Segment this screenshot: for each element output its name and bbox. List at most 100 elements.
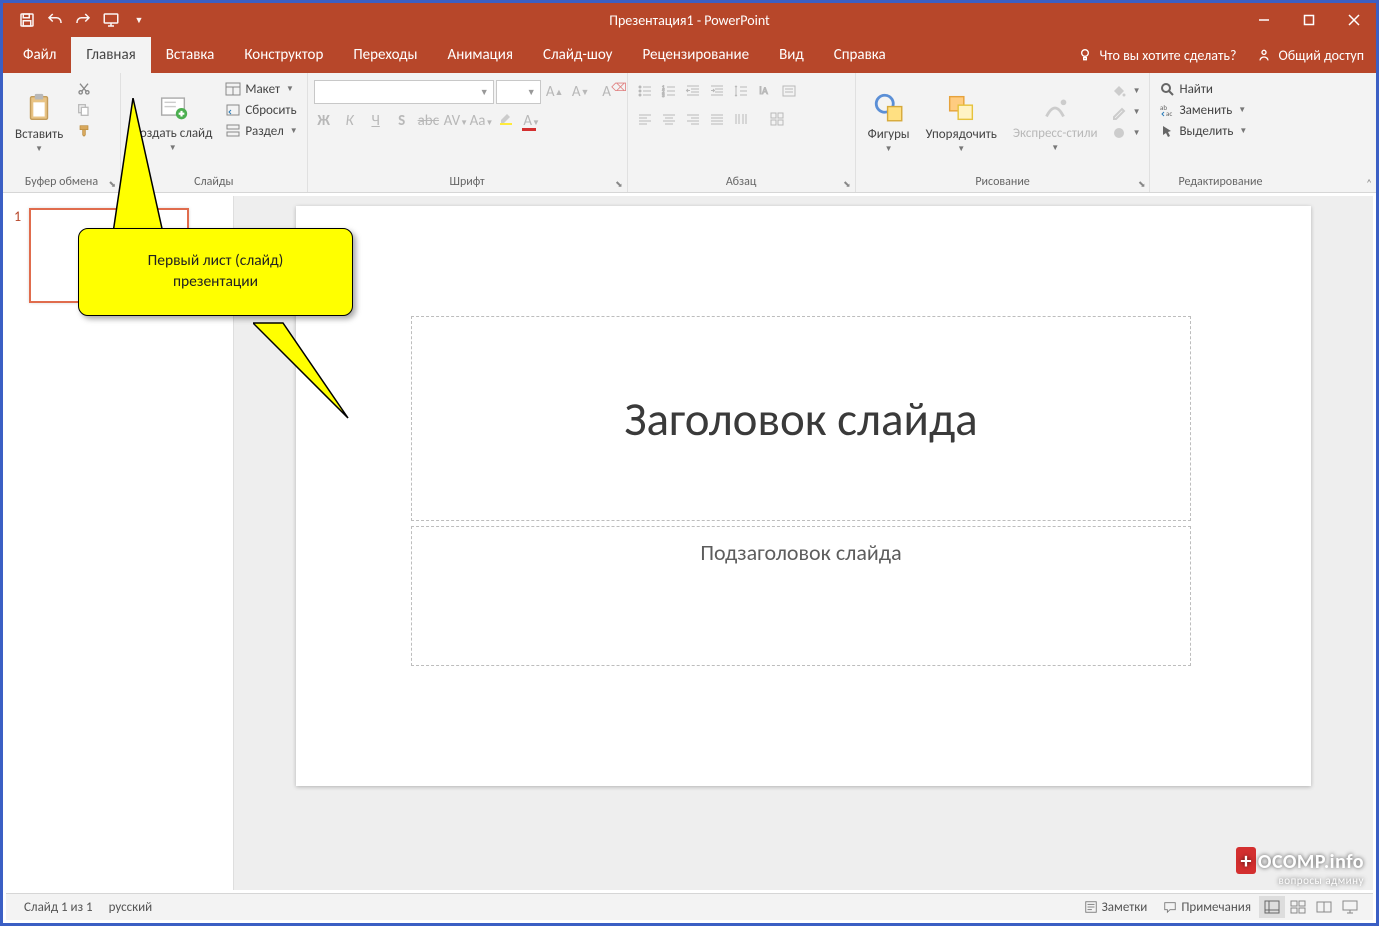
share-label: Общий доступ	[1278, 47, 1364, 64]
ribbon-tabs: Файл Главная Вставка Конструктор Переход…	[3, 37, 1376, 73]
select-button[interactable]: Выделить▼	[1156, 122, 1250, 140]
strikethrough-icon[interactable]: abc	[418, 112, 438, 130]
font-size-combo[interactable]: ▼	[496, 80, 541, 104]
tab-view[interactable]: Вид	[764, 37, 819, 73]
save-icon[interactable]	[18, 11, 36, 29]
new-slide-icon	[156, 91, 190, 125]
section-button[interactable]: Раздел▼	[222, 122, 300, 140]
group-label-clipboard: Буфер обмена	[25, 175, 98, 189]
undo-icon[interactable]	[46, 11, 64, 29]
find-button[interactable]: Найти	[1156, 80, 1250, 98]
shapes-button[interactable]: Фигуры▼	[862, 76, 916, 168]
shape-fill-button[interactable]: ▼	[1108, 82, 1144, 100]
share-button[interactable]: Общий доступ	[1256, 47, 1364, 64]
italic-icon[interactable]: К	[340, 112, 360, 130]
tab-file[interactable]: Файл	[8, 37, 71, 73]
justify-icon[interactable]	[706, 108, 728, 130]
clipboard-launcher-icon[interactable]: ⬊	[108, 179, 116, 190]
section-icon	[225, 123, 241, 139]
shape-outline-button[interactable]: ▼	[1108, 103, 1144, 121]
line-spacing-icon[interactable]	[730, 80, 752, 102]
smartart-icon[interactable]	[766, 108, 788, 130]
maximize-button[interactable]	[1286, 3, 1331, 37]
close-button[interactable]	[1331, 3, 1376, 37]
bold-icon[interactable]: Ж	[314, 112, 334, 130]
tell-me-search[interactable]: Что вы хотите сделать?	[1077, 47, 1236, 64]
title-bar: ▼ Презентация1 - PowerPoint	[3, 3, 1376, 37]
reading-view-icon[interactable]	[1311, 896, 1337, 918]
group-editing: Найти abacЗаменить▼ Выделить▼ Редактиров…	[1150, 73, 1290, 192]
group-label-slides: Слайды	[127, 175, 301, 192]
start-slideshow-icon[interactable]	[102, 11, 120, 29]
format-painter-button[interactable]	[73, 122, 95, 140]
underline-icon[interactable]: Ч	[366, 112, 386, 130]
numbering-icon[interactable]: 123	[658, 80, 680, 102]
redo-icon[interactable]	[74, 11, 92, 29]
font-name-combo[interactable]: ▼	[314, 80, 494, 104]
copy-button[interactable]	[73, 101, 95, 119]
collapse-ribbon-icon[interactable]: ˄	[1366, 177, 1372, 190]
tab-transitions[interactable]: Переходы	[338, 37, 432, 73]
tab-insert[interactable]: Вставка	[151, 37, 230, 73]
cut-button[interactable]	[73, 80, 95, 98]
quick-styles-button[interactable]: Экспресс-стили▼	[1007, 76, 1104, 168]
tab-design[interactable]: Конструктор	[229, 37, 338, 73]
language-label[interactable]: русский	[101, 900, 161, 915]
group-label-paragraph: Абзац	[726, 175, 757, 189]
highlight-icon[interactable]	[496, 110, 516, 131]
tab-help[interactable]: Справка	[819, 37, 901, 73]
new-slide-button[interactable]: Создать слайд ▼	[127, 76, 218, 168]
title-placeholder[interactable]: Заголовок слайда	[411, 316, 1191, 521]
minimize-button[interactable]	[1241, 3, 1286, 37]
columns-icon[interactable]	[730, 108, 752, 130]
change-case-icon[interactable]: Aa▼	[470, 112, 490, 130]
slideshow-view-icon[interactable]	[1337, 896, 1363, 918]
notes-icon	[1084, 900, 1098, 914]
tab-home[interactable]: Главная	[71, 37, 150, 73]
tab-animations[interactable]: Анимация	[433, 37, 528, 73]
scissors-icon	[76, 81, 92, 97]
watermark-brand: OCOMP.info	[1258, 850, 1364, 874]
group-label-drawing: Рисование	[975, 175, 1029, 189]
shape-effects-button[interactable]: ▼	[1108, 124, 1144, 142]
align-text-icon[interactable]	[778, 80, 800, 102]
subtitle-placeholder[interactable]: Подзаголовок слайда	[411, 526, 1191, 666]
tab-slideshow[interactable]: Слайд-шоу	[528, 37, 627, 73]
group-drawing: Фигуры▼ Упорядочить▼ Экспресс-стили▼ ▼ ▼…	[856, 73, 1151, 192]
align-left-icon[interactable]	[634, 108, 656, 130]
drawing-launcher-icon[interactable]: ⬊	[1138, 179, 1146, 190]
text-direction-icon[interactable]: ⅠA	[754, 80, 776, 102]
replace-button[interactable]: abacЗаменить▼	[1156, 101, 1250, 119]
slide-canvas[interactable]: Заголовок слайда Подзаголовок слайда	[296, 206, 1311, 786]
clear-formatting-icon[interactable]: A⌫	[595, 80, 619, 104]
arrange-button[interactable]: Упорядочить▼	[920, 76, 1003, 168]
paste-button[interactable]: Вставить ▼	[9, 76, 69, 168]
align-center-icon[interactable]	[658, 108, 680, 130]
increase-indent-icon[interactable]	[706, 80, 728, 102]
slide-sorter-view-icon[interactable]	[1285, 896, 1311, 918]
reset-icon	[225, 102, 241, 118]
decrease-indent-icon[interactable]	[682, 80, 704, 102]
paragraph-launcher-icon[interactable]: ⬊	[843, 179, 851, 190]
font-launcher-icon[interactable]: ⬊	[615, 179, 623, 190]
align-right-icon[interactable]	[682, 108, 704, 130]
pencil-icon	[1111, 104, 1127, 120]
qat-customize-icon[interactable]: ▼	[130, 11, 148, 29]
increase-font-icon[interactable]: A▲	[543, 80, 567, 104]
slide-count-label[interactable]: Слайд 1 из 1	[16, 900, 101, 915]
tab-review[interactable]: Рецензирование	[627, 37, 764, 73]
decrease-font-icon[interactable]: A▼	[569, 80, 593, 104]
font-color-icon[interactable]: A▼	[522, 112, 542, 130]
char-spacing-icon[interactable]: AV▼	[444, 112, 464, 130]
normal-view-icon[interactable]	[1259, 896, 1285, 918]
shadow-icon[interactable]: S	[392, 112, 412, 130]
notes-button[interactable]: Заметки	[1076, 900, 1156, 915]
reset-button[interactable]: Сбросить	[222, 101, 300, 119]
layout-button[interactable]: Макет▼	[222, 80, 300, 98]
window-title: Презентация1 - PowerPoint	[609, 12, 770, 29]
slide-edit-area[interactable]: Заголовок слайда Подзаголовок слайда	[234, 196, 1373, 890]
bullets-icon[interactable]	[634, 80, 656, 102]
comments-button[interactable]: Примечания	[1155, 900, 1259, 915]
cursor-icon	[1159, 123, 1175, 139]
watermark: +OCOMP.info вопросы админу	[1236, 847, 1364, 887]
